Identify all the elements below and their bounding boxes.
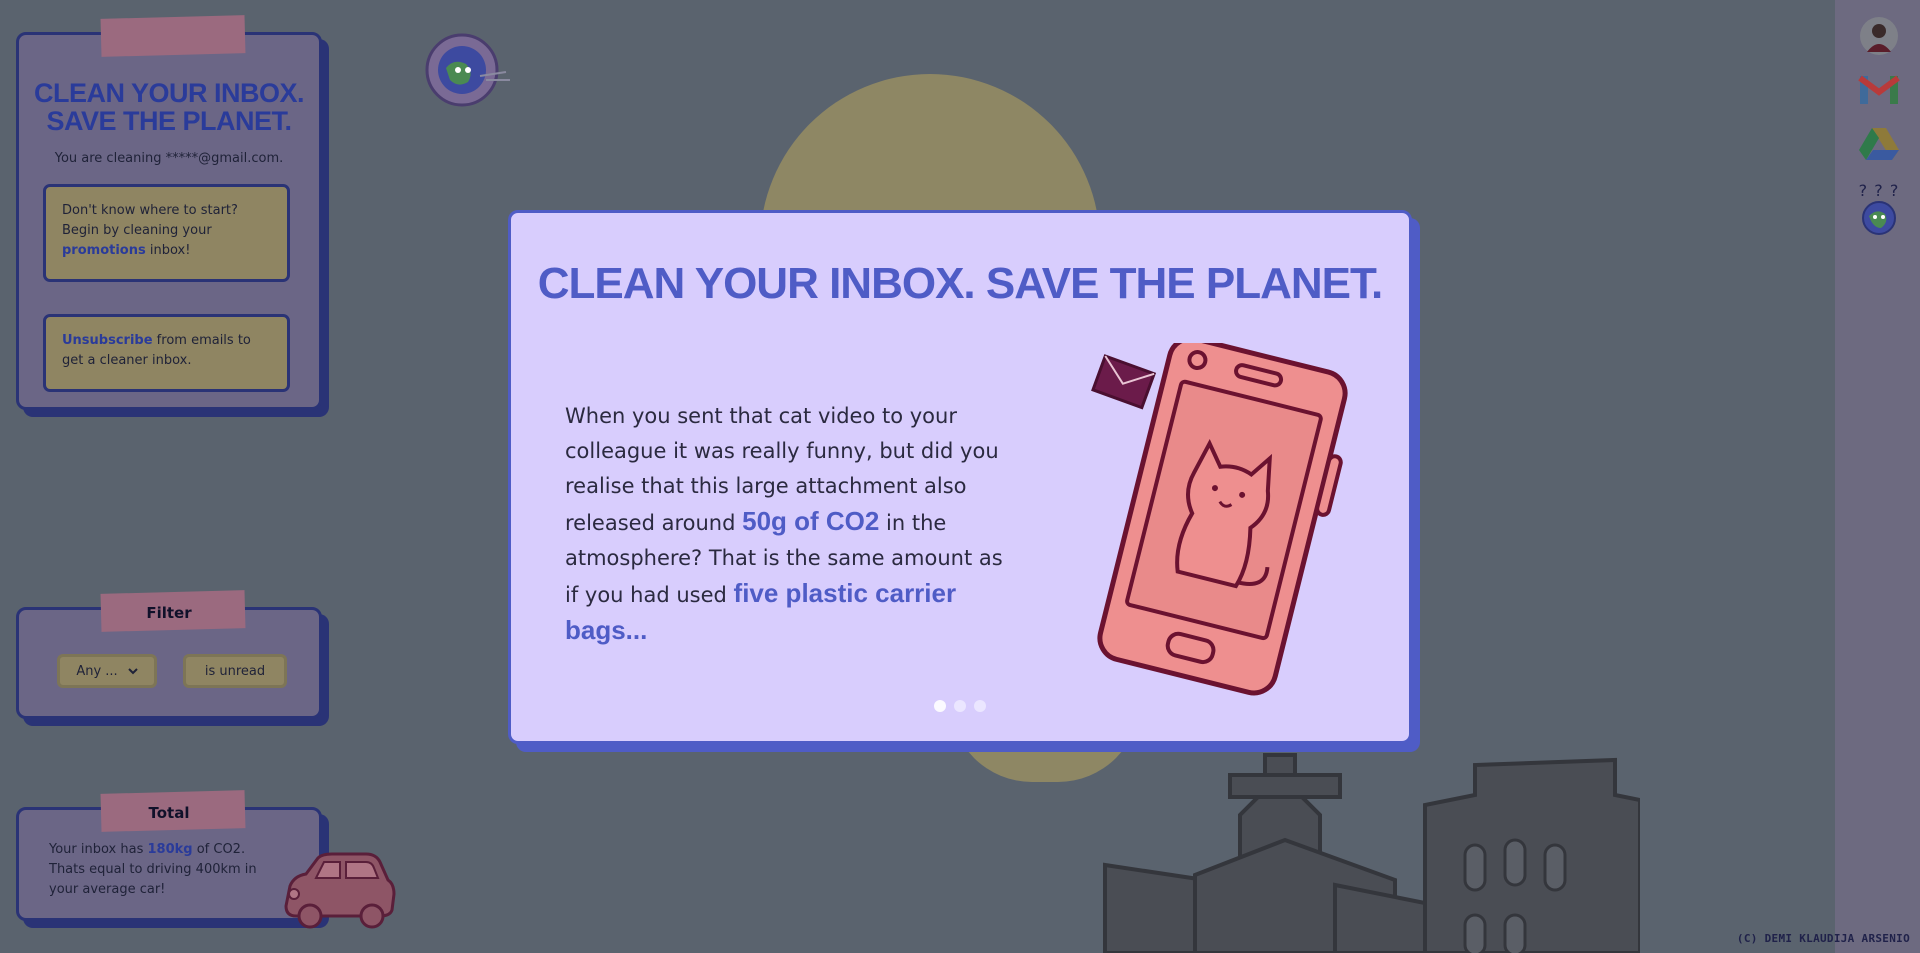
is-unread-button[interactable]: is unread [183,654,287,688]
chevron-down-icon [127,667,138,674]
filter-select[interactable]: Any ... [57,654,157,688]
copyright-credit: (C) DEMI KLAUDIJA ARSENIO [1736,932,1910,945]
total-co2-text: Your inbox has 180kg of CO2. Thats equal… [49,840,279,900]
panel-title-line1: CLEAN YOUR INBOX. [33,78,305,108]
phone-cat-illustration [1091,343,1348,696]
carousel-dot-3[interactable] [974,700,986,712]
co2-highlight: 50g of CO2 [742,506,880,536]
carousel-dot-2[interactable] [954,700,966,712]
gmail-icon [1858,75,1900,104]
filter-panel: Filter Any ... is unread [16,590,322,719]
background-city-illustration [1103,753,1640,953]
modal-body-text: When you sent that cat video to your col… [565,399,1015,650]
unsubscribe-link[interactable]: Unsubscribe [62,333,153,348]
panel-title: CLEAN YOUR INBOX. SAVE THE PLANET. [19,79,319,135]
tape-decoration [100,15,246,57]
modal-title: CLEAN YOUR INBOX. SAVE THE PLANET. [537,259,1383,308]
car-illustration [284,852,396,929]
tip-promotions-box: Don't know where to start? Begin by clea… [43,184,290,282]
intro-panel: CLEAN YOUR INBOX. SAVE THE PLANET. You a… [16,15,322,410]
intro-modal: CLEAN YOUR INBOX. SAVE THE PLANET. When … [508,210,1412,744]
filter-select-value: Any ... [76,663,118,679]
total-text-start: Your inbox has [49,842,148,857]
avatar-icon [1860,17,1898,55]
google-drive-icon [1859,128,1899,160]
tip-promotions-text: Don't know where to start? Begin by clea… [62,203,238,238]
total-co2-value: 180kg [147,842,193,857]
cleaning-account-text: You are cleaning *****@gmail.com. [54,151,284,166]
earth-logo-icon [425,33,510,107]
total-panel: Total Your inbox has 180kg of CO2. Thats… [16,790,322,921]
user-avatar[interactable] [1857,14,1901,58]
help-button[interactable]: ? ? ? [1857,176,1901,240]
tip-promotions-text-end: inbox! [145,243,191,258]
promotions-link[interactable]: promotions [62,243,146,258]
question-marks: ? ? ? [1858,180,1900,200]
gmail-button[interactable] [1857,68,1901,112]
filter-title: Filter [146,604,192,622]
total-title: Total [148,804,190,822]
panel-title-line2: SAVE THE PLANET. [46,106,292,136]
carousel-dots [511,700,1409,712]
google-drive-button[interactable] [1857,122,1901,166]
tip-unsubscribe-box: Unsubscribe from emails to get a cleaner… [43,314,290,392]
earth-question-icon [1862,200,1896,235]
carousel-dot-1[interactable] [934,700,946,712]
